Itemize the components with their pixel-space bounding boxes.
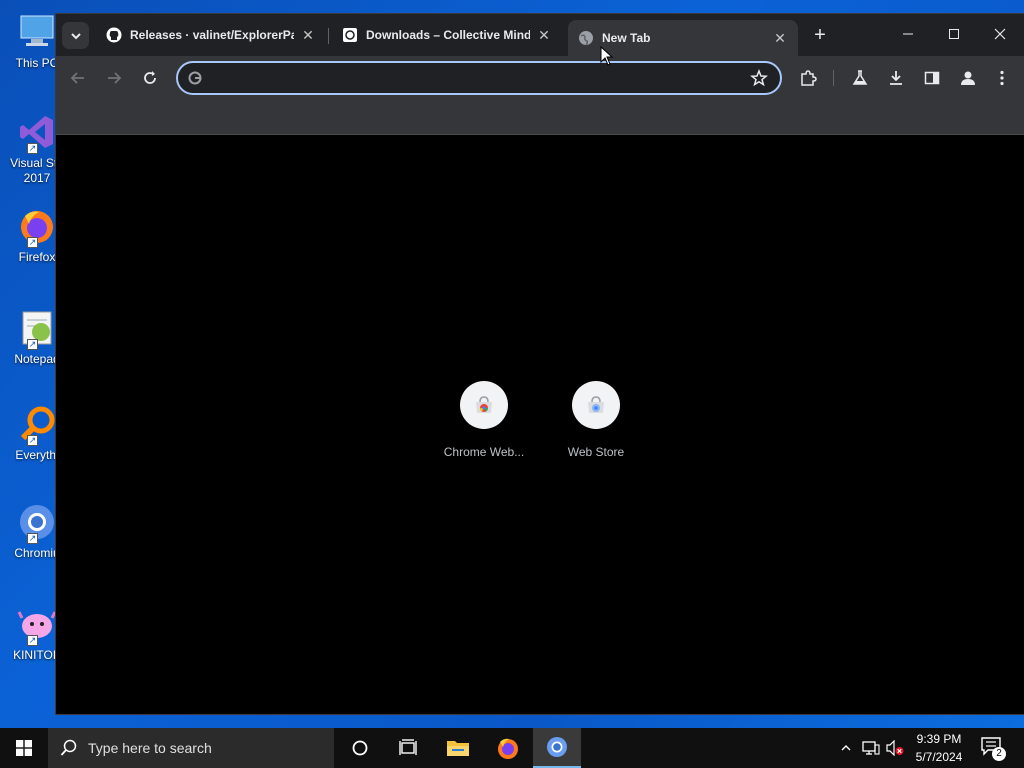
forward-button[interactable] [102, 66, 126, 90]
download-icon [890, 71, 902, 85]
extensions-button[interactable] [796, 66, 820, 90]
person-icon [961, 71, 975, 85]
profile-button[interactable] [956, 66, 980, 90]
toolbar [56, 56, 1024, 100]
menu-button[interactable] [990, 66, 1014, 90]
chromium-icon [547, 737, 567, 757]
taskbar: 9:39 PM 5/7/2024 2 [0, 728, 1024, 768]
taskbar-clock[interactable]: 9:39 PM 5/7/2024 [908, 730, 970, 766]
notification-badge: 2 [992, 747, 1006, 761]
volume-button[interactable] [884, 728, 906, 768]
arrow-right-icon [108, 72, 122, 84]
shortcut-chrome-web-store[interactable]: Chrome Web... [432, 381, 536, 459]
cortana-circle-icon [352, 740, 368, 756]
desktop-icons: This PC ↗ Visual Stu 2017 ↗ Firefox ↗ No… [0, 0, 64, 728]
firefox-taskbar-button[interactable] [484, 728, 532, 768]
shortcut-label: Chrome Web... [443, 445, 525, 459]
maximize-icon [949, 29, 959, 39]
tab-releases[interactable]: Releases · valinet/ExplorerPatc ✕ [96, 20, 326, 50]
tab-downloads[interactable]: Downloads – Collective Minds ✕ [332, 20, 562, 50]
chrome-web-store-icon [460, 381, 508, 429]
new-tab-page: Chrome Web... Web Store [56, 135, 1024, 714]
search-icon [60, 739, 77, 756]
shortcut-arrow-icon: ↗ [27, 435, 38, 446]
shortcut-label: Web Store [567, 445, 625, 459]
google-g-icon [188, 71, 202, 85]
arrow-left-icon [70, 72, 84, 84]
downloads-button[interactable] [884, 66, 908, 90]
folder-icon [447, 741, 469, 756]
omnibox[interactable] [176, 61, 782, 95]
file-explorer-button[interactable] [434, 728, 482, 768]
volume-muted-icon [886, 740, 904, 756]
bookmarks-bar [56, 100, 1024, 135]
shortcut-arrow-icon: ↗ [27, 635, 38, 646]
close-icon[interactable]: ✕ [536, 27, 552, 43]
side-panel-button[interactable] [920, 66, 944, 90]
web-store-icon [572, 381, 620, 429]
tab-title: New Tab [602, 31, 651, 45]
labs-button[interactable] [848, 66, 872, 90]
side-panel-icon [924, 71, 940, 85]
start-button[interactable] [0, 728, 48, 768]
browser-window: Releases · valinet/ExplorerPatc ✕ Downlo… [56, 14, 1024, 714]
show-hidden-icons-button[interactable] [836, 728, 856, 768]
taskbar-search-input[interactable] [88, 740, 308, 756]
mouse-cursor-icon [600, 46, 614, 66]
network-button[interactable] [860, 728, 882, 768]
plus-icon: + [814, 24, 826, 46]
tab-search-button[interactable] [62, 22, 89, 49]
toolbar-divider [833, 70, 834, 86]
minimize-button[interactable] [885, 20, 931, 48]
clock-date: 5/7/2024 [915, 750, 963, 764]
shortcut-arrow-icon: ↗ [27, 237, 38, 248]
task-view-button[interactable] [384, 728, 432, 768]
back-button[interactable] [66, 66, 90, 90]
tab-strip: Releases · valinet/ExplorerPatc ✕ Downlo… [56, 14, 1024, 56]
bookmark-star-icon[interactable] [750, 68, 768, 87]
chevron-up-icon [841, 745, 851, 751]
reload-button[interactable] [138, 66, 162, 90]
tab-title: Releases · valinet/ExplorerPatc [130, 28, 294, 42]
puzzle-icon [801, 70, 817, 86]
magnifier-icon: ↗ [17, 404, 57, 446]
shortcut-web-store[interactable]: Web Store [544, 381, 648, 459]
taskbar-search[interactable] [48, 728, 334, 768]
cortana-button[interactable] [336, 728, 384, 768]
shortcut-arrow-icon: ↗ [27, 533, 38, 544]
shortcut-arrow-icon: ↗ [27, 143, 38, 154]
reload-icon [144, 71, 156, 84]
close-icon[interactable]: ✕ [300, 27, 316, 43]
tab-title: Downloads – Collective Minds [366, 28, 530, 42]
firefox-icon [498, 738, 518, 759]
globe-icon [578, 30, 594, 46]
maximize-button[interactable] [931, 20, 977, 48]
github-icon [106, 27, 122, 43]
collective-minds-icon [342, 27, 358, 43]
chromium-taskbar-button[interactable] [533, 728, 581, 768]
firefox-icon: ↗ [17, 206, 57, 248]
visual-studio-icon: ↗ [17, 112, 57, 154]
close-window-button[interactable] [977, 20, 1023, 48]
network-icon [862, 741, 880, 755]
address-input[interactable] [208, 67, 728, 89]
notepad-plus-icon: ↗ [17, 308, 57, 350]
tab-separator [328, 28, 329, 44]
kebab-menu-icon [1000, 70, 1004, 86]
close-icon [994, 28, 1006, 40]
minimize-icon [903, 33, 913, 35]
chevron-down-icon [70, 32, 81, 39]
flask-icon [852, 70, 868, 85]
action-center-button[interactable]: 2 [980, 736, 1006, 761]
kinito-pet-icon: ↗ [17, 604, 57, 646]
chromium-icon: ↗ [17, 502, 57, 544]
new-tab-button[interactable]: + [808, 24, 832, 48]
clock-time: 9:39 PM [916, 732, 962, 746]
shortcut-arrow-icon: ↗ [27, 339, 38, 350]
windows-logo-icon [16, 740, 32, 756]
task-view-icon [399, 739, 417, 755]
computer-icon [17, 12, 57, 52]
close-icon[interactable]: ✕ [772, 30, 788, 46]
